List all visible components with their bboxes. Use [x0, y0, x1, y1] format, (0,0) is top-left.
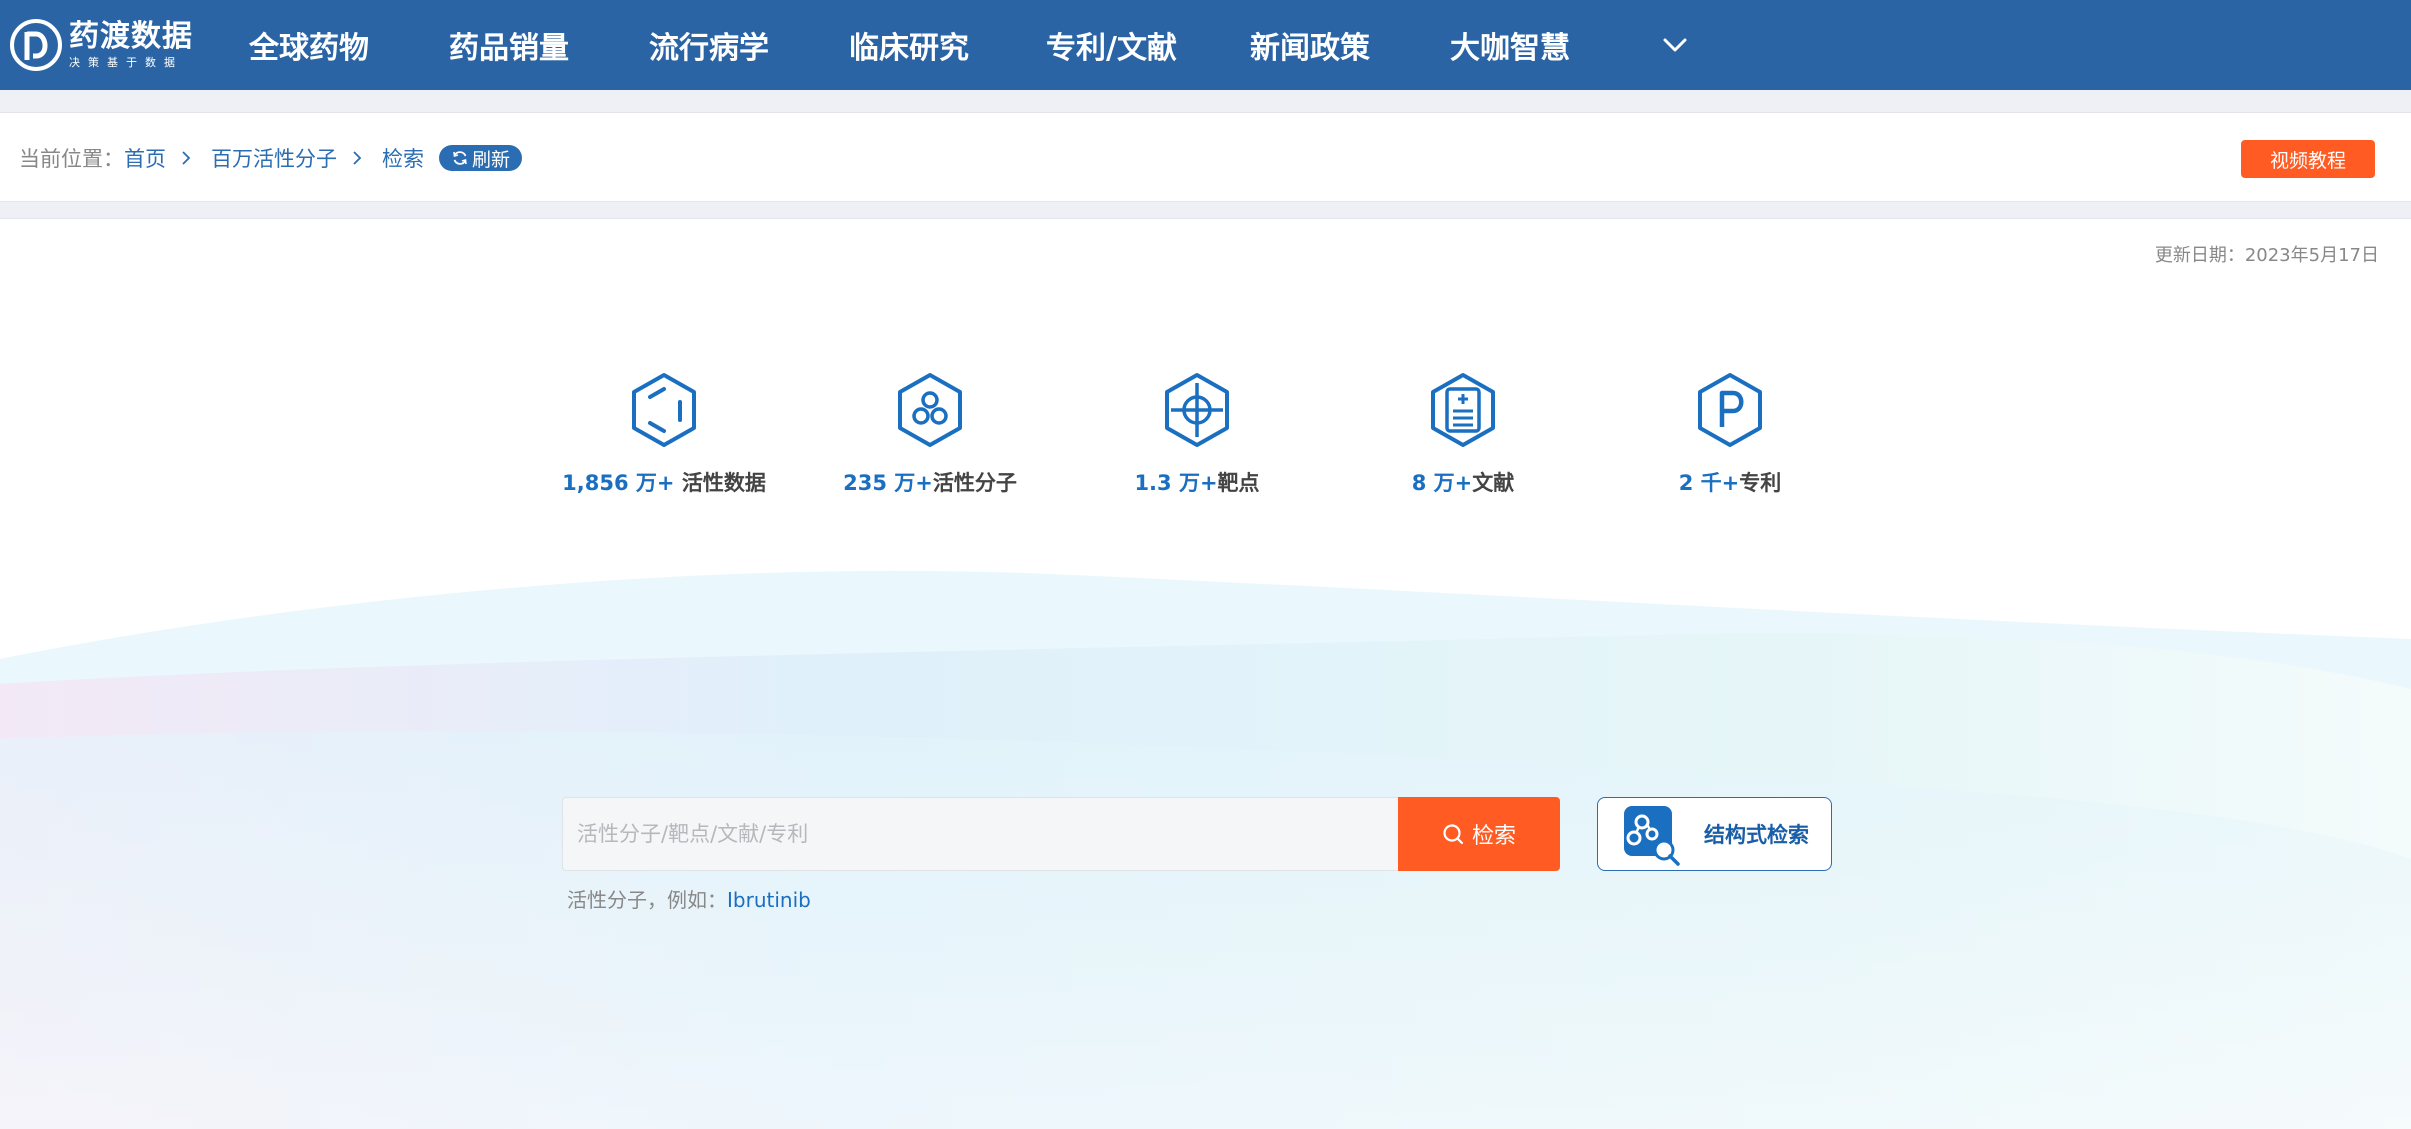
stat-number: 235 万+	[843, 471, 933, 495]
stat-patents: 2 千+专利	[1610, 371, 1850, 497]
nav-item-news-policy[interactable]: 新闻政策	[1250, 0, 1370, 90]
structure-search-button[interactable]: 结构式检索	[1597, 797, 1832, 871]
logo-icon	[10, 19, 62, 71]
chevron-right-icon	[182, 151, 191, 165]
video-tutorial-button[interactable]: 视频教程	[2241, 140, 2375, 178]
stat-caption: 靶点	[1217, 471, 1260, 495]
breadcrumb-search[interactable]: 检索	[382, 113, 424, 203]
breadcrumb-prefix: 当前位置：	[19, 147, 124, 171]
nav-item-drug-sales[interactable]: 药品销量	[449, 0, 569, 90]
refresh-button[interactable]: 刷新	[439, 145, 522, 171]
stat-number: 1.3 万+	[1134, 471, 1218, 495]
stat-caption: 文献	[1472, 471, 1515, 495]
background-waves	[0, 570, 2411, 1129]
search-icon	[1443, 824, 1464, 845]
search-hint-prefix: 活性分子，例如：	[567, 888, 727, 912]
structure-search-label: 结构式检索	[1704, 823, 1809, 847]
chevron-right-icon	[353, 151, 362, 165]
breadcrumb: 当前位置： 首页 百万活性分子 检索 刷新 视频教程	[0, 112, 2411, 202]
nav-item-expert-insights[interactable]: 大咖智慧	[1450, 0, 1570, 90]
nav-item-clinical-research[interactable]: 临床研究	[849, 0, 969, 90]
structure-search-icon	[1624, 806, 1680, 866]
stat-number: 2 千+	[1678, 471, 1740, 495]
chevron-down-icon[interactable]	[1660, 30, 1690, 60]
stat-caption: 活性数据	[674, 471, 766, 495]
document-icon	[1431, 373, 1495, 447]
stat-caption: 专利	[1739, 471, 1782, 495]
update-date: 更新日期：2023年5月17日	[2154, 245, 2379, 266]
brand-logo[interactable]: 药渡数据 决策基于数据	[9, 10, 199, 80]
refresh-icon	[453, 151, 467, 165]
nav-item-global-drugs[interactable]: 全球药物	[249, 0, 369, 90]
search-box	[562, 797, 1398, 871]
stat-number: 8 万+	[1411, 471, 1473, 495]
brand-slogan: 决策基于数据	[69, 56, 183, 69]
search-hint: 活性分子，例如：Ibrutinib	[567, 884, 811, 913]
search-button[interactable]: 检索	[1398, 797, 1560, 871]
brand-name: 药渡数据	[69, 19, 193, 54]
breadcrumb-home[interactable]: 首页	[124, 113, 166, 203]
stat-literature: 8 万+文献	[1343, 371, 1583, 497]
hexagon-ring-icon	[632, 373, 696, 447]
breadcrumb-active-molecules[interactable]: 百万活性分子	[211, 113, 337, 203]
stat-active-molecules: 235 万+活性分子	[810, 371, 1050, 497]
top-navigation: 药渡数据 决策基于数据 全球药物 药品销量 流行病学 临床研究 专利/文献 新闻…	[0, 0, 2411, 90]
molecule-icon	[898, 373, 962, 447]
nav-item-patents-literature[interactable]: 专利/文献	[1046, 0, 1177, 90]
stat-caption: 活性分子	[932, 471, 1017, 495]
search-hint-example[interactable]: Ibrutinib	[727, 888, 811, 912]
stat-targets: 1.3 万+靶点	[1077, 371, 1317, 497]
patent-icon	[1698, 373, 1762, 447]
search-input[interactable]	[563, 798, 1398, 870]
stat-active-data: 1,856 万+ 活性数据	[544, 371, 784, 497]
nav-item-epidemiology[interactable]: 流行病学	[649, 0, 769, 90]
search-button-label: 检索	[1471, 824, 1516, 849]
target-icon	[1165, 373, 1229, 447]
refresh-label: 刷新	[471, 148, 510, 171]
main-panel: 更新日期：2023年5月17日 1,856 万+ 活性数据 235 万+活性分子…	[0, 218, 2411, 1129]
stat-number: 1,856 万+	[562, 471, 675, 495]
